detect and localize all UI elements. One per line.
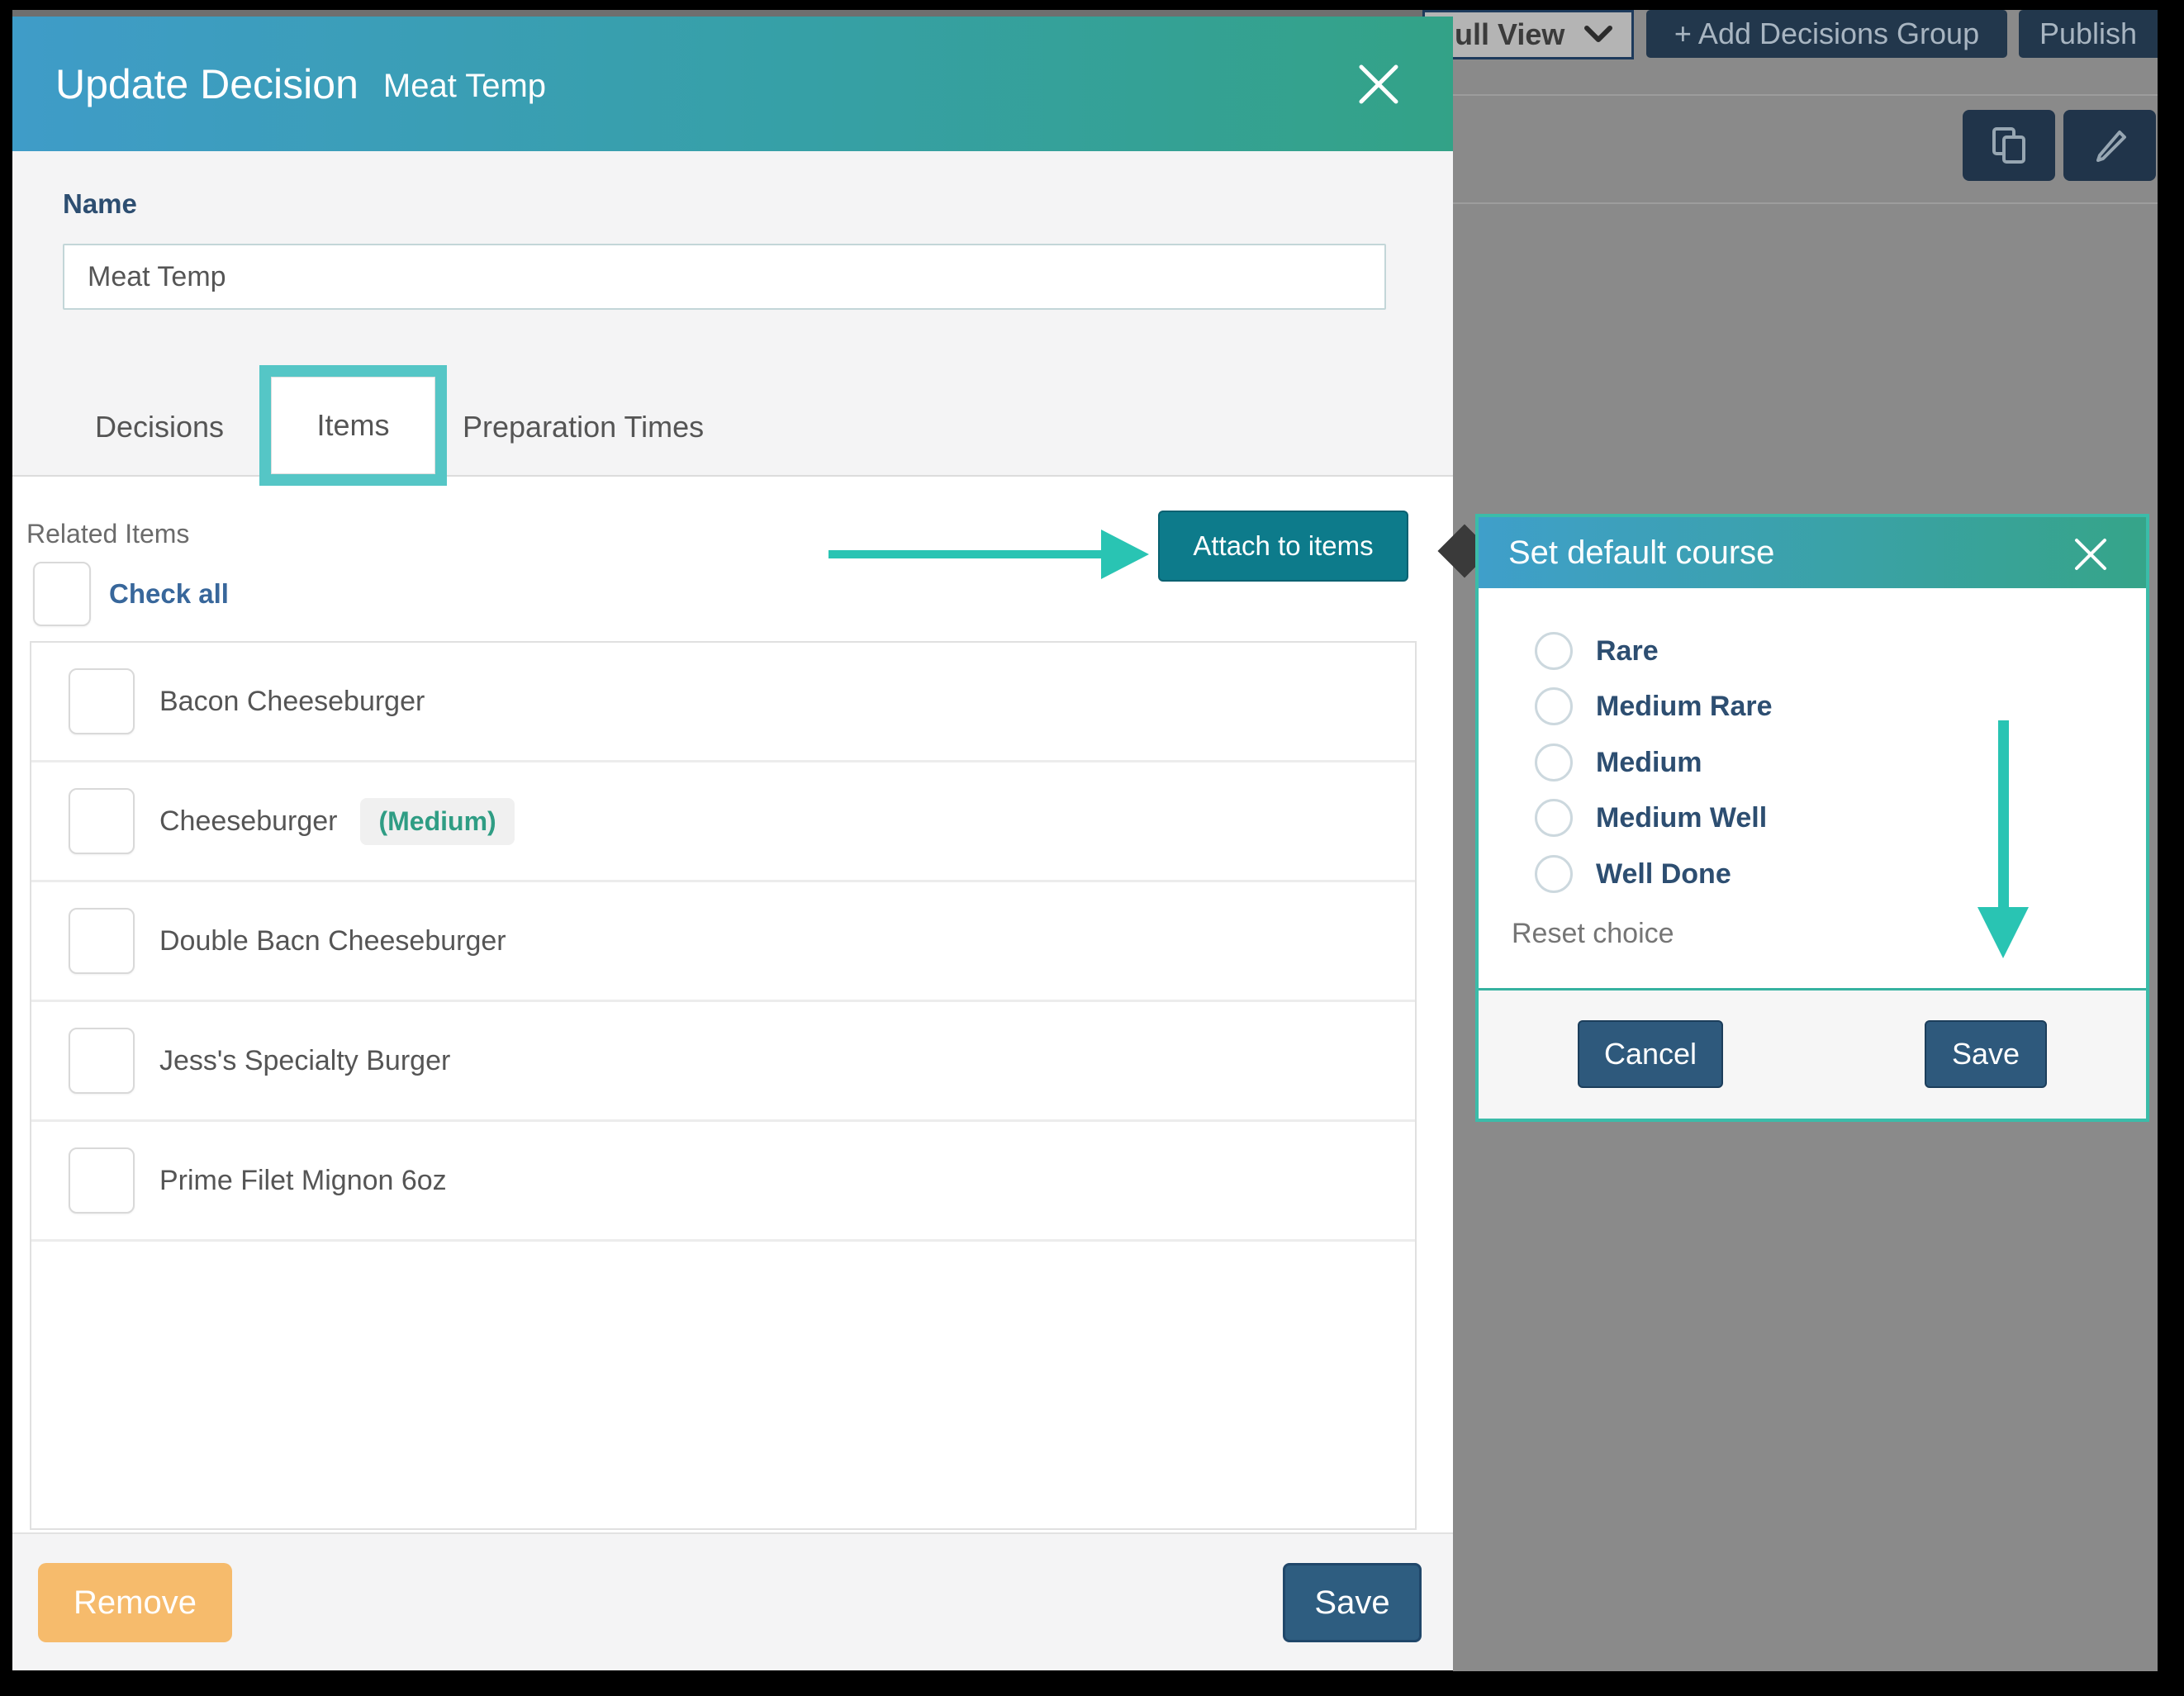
radio-label: Medium	[1596, 747, 1702, 779]
radio-option-well-done[interactable]: Well Done	[1535, 855, 1731, 893]
arrow-annotation-horizontal-head	[1101, 530, 1149, 579]
radio-label: Rare	[1596, 635, 1659, 667]
check-all-label[interactable]: Check all	[109, 578, 229, 610]
close-icon[interactable]	[2072, 535, 2110, 573]
attach-to-items-button[interactable]: Attach to items	[1158, 511, 1408, 582]
update-decision-header: Update Decision Meat Temp	[12, 17, 1453, 151]
radio-icon[interactable]	[1535, 799, 1573, 837]
item-checkbox[interactable]	[69, 1028, 135, 1094]
modal-subtitle: Meat Temp	[383, 63, 546, 105]
course-modal-header: Set default course	[1479, 517, 2146, 588]
course-save-button[interactable]: Save	[1925, 1020, 2047, 1088]
related-items-label: Related Items	[26, 519, 189, 549]
save-label: Save	[1314, 1584, 1389, 1622]
reset-choice-link[interactable]: Reset choice	[1512, 918, 1674, 950]
modal-upper-section	[12, 151, 1453, 477]
publish-button[interactable]: Publish	[2019, 10, 2158, 58]
check-all-checkbox[interactable]	[33, 562, 91, 626]
arrow-annotation-vertical	[1998, 720, 2009, 907]
radio-label: Well Done	[1596, 858, 1731, 891]
duplicate-button[interactable]	[1963, 110, 2055, 181]
edit-button[interactable]	[2063, 110, 2156, 181]
item-label: Prime Filet Mignon 6oz	[159, 1165, 447, 1197]
list-item[interactable]: Jess's Specialty Burger	[31, 1002, 1415, 1122]
view-dropdown[interactable]: ull View	[1422, 10, 1634, 59]
radio-label: Medium Well	[1596, 802, 1767, 834]
item-label: Double Bacn Cheeseburger	[159, 925, 506, 957]
name-input[interactable]	[63, 244, 1386, 310]
chevron-down-icon	[1583, 25, 1613, 45]
backdrop-divider-bottom	[1453, 202, 2158, 204]
publish-label: Publish	[2039, 17, 2137, 51]
list-item[interactable]: Prime Filet Mignon 6oz	[31, 1122, 1415, 1242]
arrow-annotation-horizontal	[828, 550, 1101, 558]
cancel-button[interactable]: Cancel	[1578, 1020, 1723, 1088]
radio-option-medium-well[interactable]: Medium Well	[1535, 799, 1767, 837]
tab-decisions[interactable]: Decisions	[95, 410, 224, 444]
item-checkbox[interactable]	[69, 668, 135, 734]
item-checkbox[interactable]	[69, 788, 135, 854]
related-items-list: Bacon Cheeseburger Cheeseburger (Medium)…	[30, 641, 1417, 1530]
radio-icon[interactable]	[1535, 687, 1573, 725]
remove-button[interactable]: Remove	[38, 1563, 232, 1642]
arrow-annotation-vertical-head	[1977, 907, 2029, 958]
modal-title: Update Decision	[55, 60, 358, 108]
radio-option-rare[interactable]: Rare	[1535, 632, 1659, 670]
modal-footer: Remove Save	[12, 1532, 1453, 1670]
tab-items[interactable]: Items	[271, 377, 435, 474]
list-item[interactable]: Bacon Cheeseburger	[31, 643, 1415, 762]
items-tab-highlight-annotation: Items	[259, 365, 447, 486]
view-dropdown-label: ull View	[1455, 17, 1564, 52]
item-label: Bacon Cheeseburger	[159, 686, 425, 718]
course-save-label: Save	[1952, 1037, 2020, 1071]
remove-label: Remove	[74, 1584, 197, 1622]
cancel-label: Cancel	[1604, 1037, 1697, 1071]
backdrop-divider-top	[1453, 94, 2158, 96]
add-decisions-group-label: + Add Decisions Group	[1674, 17, 1979, 51]
radio-icon[interactable]	[1535, 632, 1573, 670]
radio-option-medium[interactable]: Medium	[1535, 743, 1702, 781]
update-decision-modal: Update Decision Meat Temp Name Decisions…	[12, 17, 1453, 1670]
radio-label: Medium Rare	[1596, 691, 1773, 723]
screenshot-frame: ull View + Add Decisions Group Publish U…	[0, 0, 2184, 1696]
course-modal-title: Set default course	[1508, 534, 1774, 572]
copy-icon	[1987, 124, 2030, 167]
course-modal-footer: Cancel Save	[1479, 991, 2146, 1119]
attach-to-items-label: Attach to items	[1193, 530, 1373, 562]
item-label: Jess's Specialty Burger	[159, 1045, 450, 1077]
tab-preparation-times[interactable]: Preparation Times	[463, 410, 704, 444]
item-label: Cheeseburger	[159, 805, 337, 838]
radio-icon[interactable]	[1535, 855, 1573, 893]
save-button[interactable]: Save	[1283, 1563, 1422, 1642]
item-badge: (Medium)	[360, 798, 514, 845]
name-label: Name	[63, 188, 137, 220]
radio-icon[interactable]	[1535, 743, 1573, 781]
item-checkbox[interactable]	[69, 908, 135, 974]
close-icon[interactable]	[1355, 60, 1403, 108]
item-checkbox[interactable]	[69, 1147, 135, 1214]
radio-option-medium-rare[interactable]: Medium Rare	[1535, 687, 1773, 725]
list-item[interactable]: Double Bacn Cheeseburger	[31, 882, 1415, 1002]
pencil-icon	[2088, 124, 2131, 167]
add-decisions-group-button[interactable]: + Add Decisions Group	[1646, 10, 2007, 58]
list-item[interactable]: Cheeseburger (Medium)	[31, 762, 1415, 882]
set-default-course-modal: Set default course Rare Medium Rare Medi…	[1475, 514, 2149, 1122]
